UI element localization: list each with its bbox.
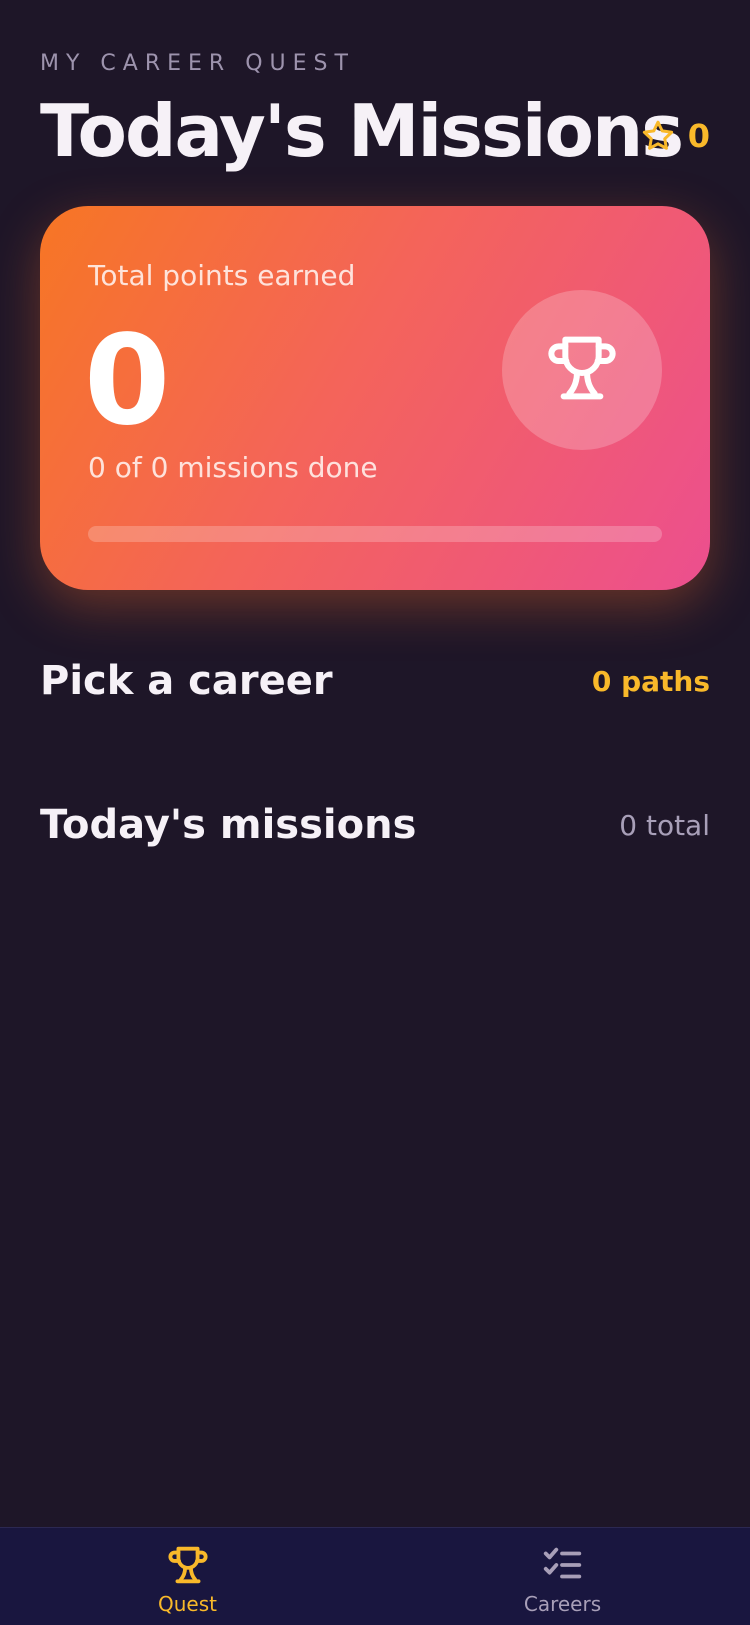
tab-careers-label: Careers xyxy=(523,1592,602,1616)
missions-progress-bar xyxy=(88,526,662,542)
careers-section-title: Pick a career xyxy=(40,658,333,704)
missions-total-count: 0 total xyxy=(619,809,710,842)
points-card: Total points earned 0 0 of 0 missions do… xyxy=(40,206,710,590)
score-value: 0 xyxy=(687,117,710,155)
trophy-icon xyxy=(165,1542,211,1588)
points-label: Total points earned xyxy=(88,259,356,292)
score-chip[interactable]: 0 xyxy=(640,116,710,156)
missions-progress-text: 0 of 0 missions done xyxy=(88,451,378,484)
careers-section-header: Pick a career 0 paths xyxy=(40,656,710,706)
checklist-icon xyxy=(540,1542,586,1588)
points-value: 0 xyxy=(84,309,171,453)
tab-quest[interactable]: Quest xyxy=(0,1528,375,1625)
bottom-nav: Quest Careers xyxy=(0,1527,750,1625)
career-paths-count: 0 paths xyxy=(591,665,710,698)
tab-quest-label: Quest xyxy=(158,1592,217,1616)
app-eyebrow: MY CAREER QUEST xyxy=(40,51,355,76)
tab-careers[interactable]: Careers xyxy=(375,1528,750,1625)
star-icon xyxy=(640,118,676,154)
title-row: Today's Missions 0 xyxy=(40,89,710,178)
trophy-badge xyxy=(502,290,662,450)
missions-section-header: Today's missions 0 total xyxy=(40,800,710,850)
trophy-icon xyxy=(542,328,622,412)
page-title: Today's Missions xyxy=(40,89,684,173)
page-header: MY CAREER QUEST Today's Missions 0 xyxy=(40,48,710,178)
missions-section-title: Today's missions xyxy=(40,802,417,848)
